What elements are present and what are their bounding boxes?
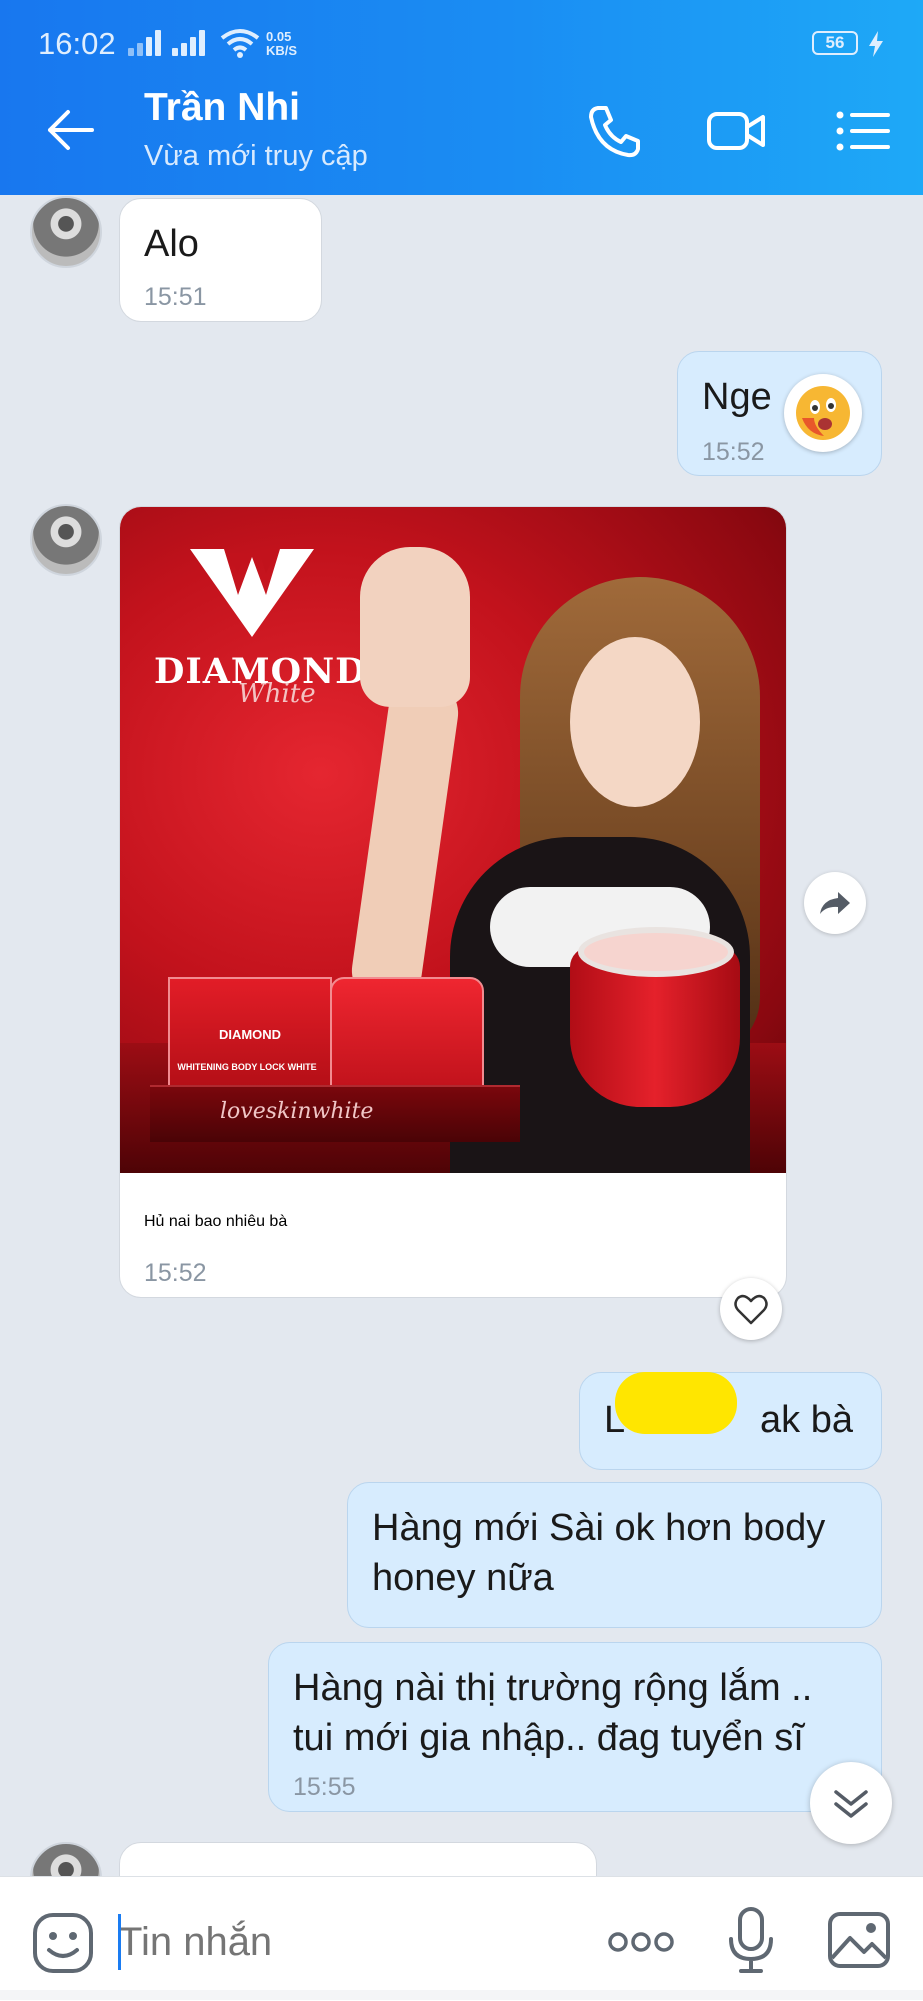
diamond-logo-icon (190, 549, 314, 637)
message-text-line2: tui mới gia nhập.. đag tuyển sĩ (293, 1717, 804, 1759)
more-icon[interactable] (606, 1920, 676, 1964)
message-input[interactable] (118, 1912, 558, 1972)
reaction-emoji[interactable] (784, 374, 862, 452)
message-text: Nge (702, 376, 772, 418)
text-caret (118, 1914, 121, 1970)
microphone-icon[interactable] (725, 1905, 777, 1977)
redaction-mark (615, 1372, 737, 1434)
message-text: Alo (144, 223, 199, 265)
chevron-double-down-icon (834, 1790, 868, 1818)
forward-button[interactable] (804, 872, 866, 934)
phone-icon[interactable] (584, 100, 646, 162)
promo-image[interactable]: DIAMOND White DIAMOND WHITENING BODY LOC… (120, 507, 786, 1173)
menu-list-icon[interactable] (832, 100, 894, 162)
contact-name[interactable]: Trần Nhi (144, 86, 300, 130)
status-time: 16:02 (38, 26, 116, 61)
image-icon[interactable] (826, 1910, 892, 1970)
message-bubble-outgoing[interactable]: Hàng nài thị trường rộng lắm .. tui mới … (268, 1642, 882, 1812)
status-bar: 16:02 0.05 KB/S 56 (0, 0, 923, 72)
brand-subtitle: White (238, 679, 316, 709)
sticker-icon[interactable] (30, 1910, 96, 1976)
signal-icon-2 (172, 30, 210, 56)
message-time: 15:52 (702, 438, 765, 466)
net-speed-unit: KB/S (266, 43, 298, 58)
charging-icon (869, 31, 883, 57)
video-call-icon[interactable] (705, 100, 767, 162)
message-time: 15:52 (144, 1259, 207, 1287)
message-time: 15:55 (293, 1773, 356, 1801)
message-text: Hàng mới Sài ok hơn body honey nữa (372, 1507, 826, 1599)
message-text-line1: Hàng nài thị trường rộng lắm .. (293, 1667, 813, 1709)
back-arrow-icon[interactable] (44, 104, 96, 156)
image-message[interactable]: DIAMOND White DIAMOND WHITENING BODY LOC… (119, 506, 787, 1298)
tray-text: loveskinwhite (220, 1099, 374, 1124)
message-text-end: ak bà (760, 1399, 853, 1441)
battery-indicator: 56 (812, 31, 858, 55)
product-sublabel: WHITENING BODY LOCK WHITE (177, 1062, 317, 1072)
image-caption: Hủ nai bao nhiêu bà (144, 1213, 288, 1230)
scroll-to-bottom-button[interactable] (810, 1762, 892, 1844)
net-speed: 0.05 KB/S (266, 30, 297, 58)
net-speed-value: 0.05 (266, 29, 292, 44)
wifi-icon (220, 29, 260, 58)
heart-icon (734, 1294, 768, 1325)
signal-icon (128, 30, 166, 56)
message-time: 15:51 (144, 283, 207, 311)
contact-status: Vừa mới truy cập (144, 140, 368, 172)
nav-bar (0, 1990, 923, 2000)
message-bubble-outgoing[interactable]: Hàng mới Sài ok hơn body honey nữa (347, 1482, 882, 1628)
surprised-emoji-icon (796, 386, 850, 440)
like-button[interactable] (720, 1278, 782, 1340)
contact-avatar[interactable] (30, 504, 102, 576)
forward-icon (820, 892, 850, 914)
contact-avatar[interactable] (30, 196, 102, 268)
top-bar: 16:02 0.05 KB/S 56 Trần Nhi Vừa mới truy… (0, 0, 923, 195)
message-bubble-incoming[interactable]: Alo 15:51 (119, 198, 322, 322)
product-label: DIAMOND (218, 1027, 282, 1042)
